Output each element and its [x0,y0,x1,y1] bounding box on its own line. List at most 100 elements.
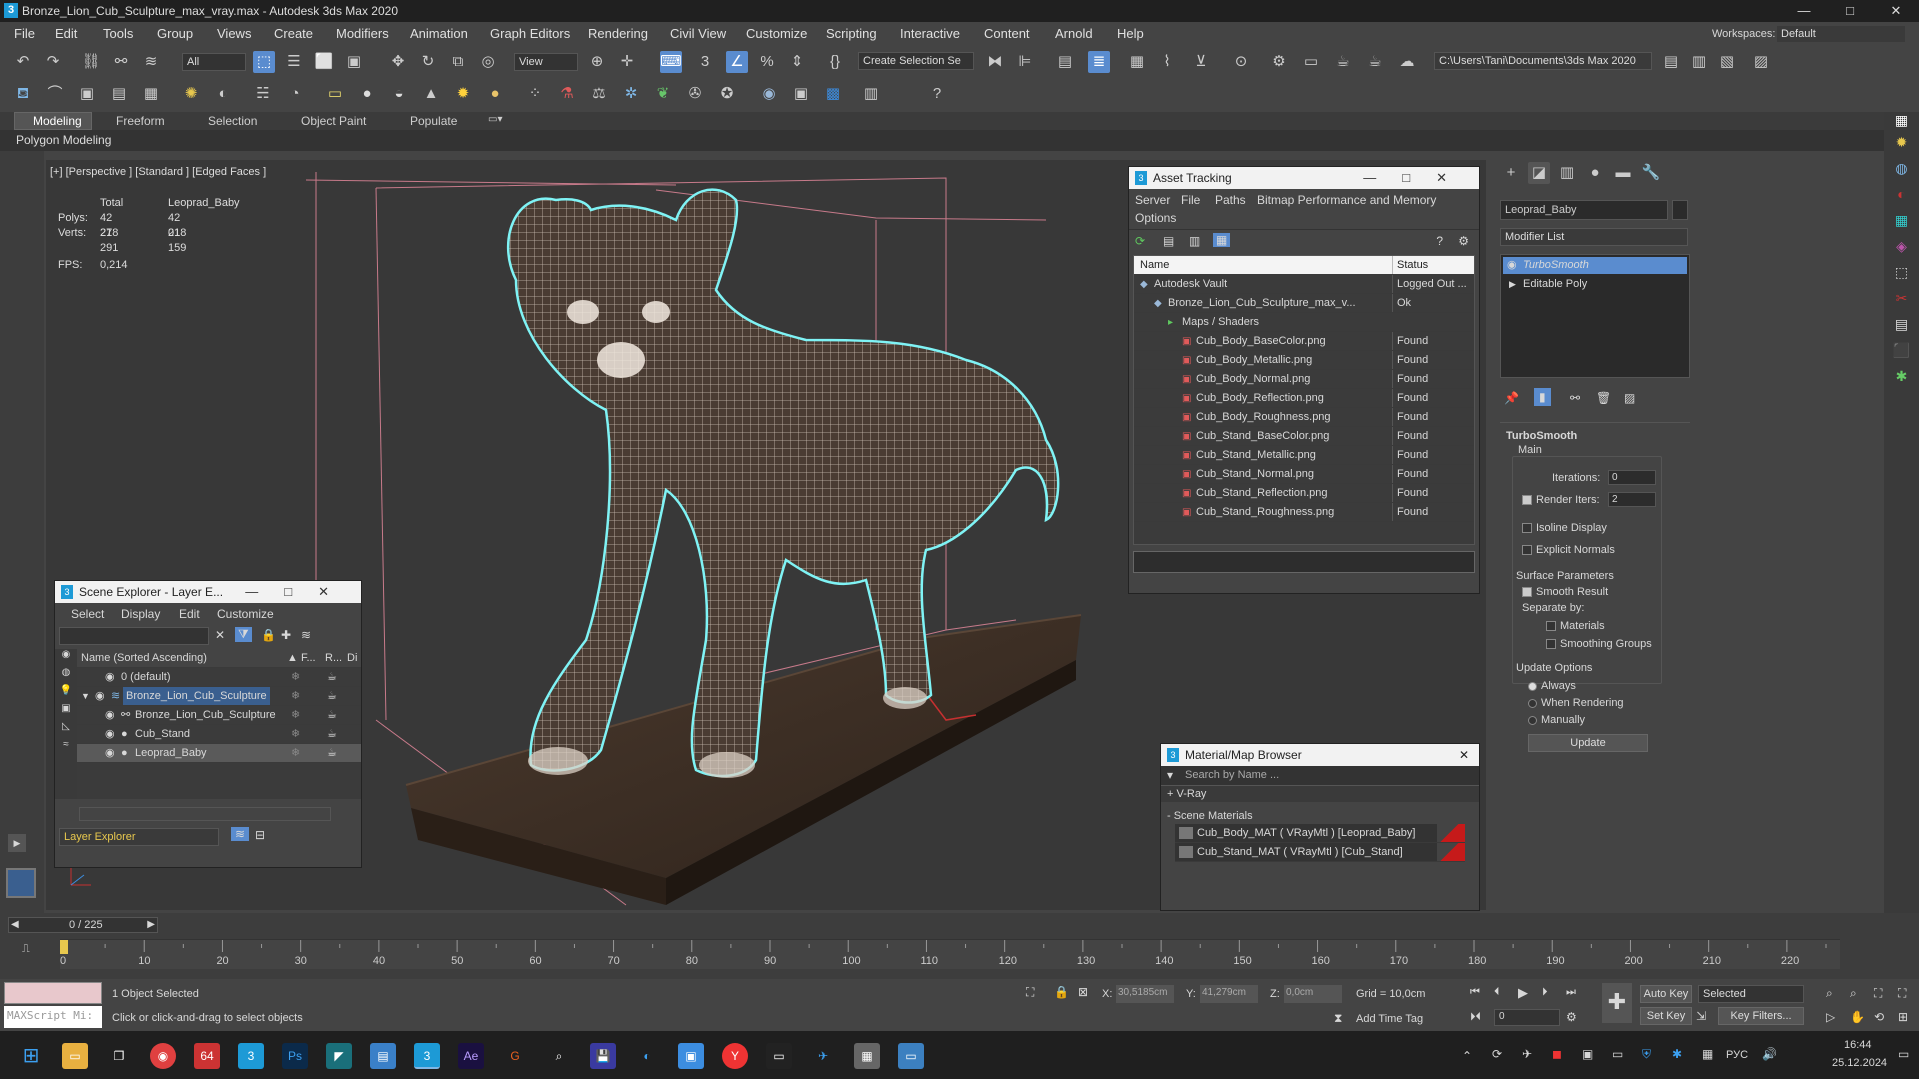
scene-explorer-maximize[interactable]: □ [284,584,318,599]
asset-tracking-close[interactable]: ✕ [1436,170,1473,185]
vray-mtl-icon[interactable]: ⚗ [556,83,578,105]
isolate-selection-icon[interactable]: ⛶ [1026,985,1034,1000]
create-tab-icon[interactable]: + [1500,162,1522,184]
chrome-icon[interactable]: ◉ [150,1043,176,1069]
rendered-frame-window-icon[interactable]: ▭ [1300,51,1322,73]
display-tab-icon[interactable]: ▬ [1612,162,1634,184]
prev-frame-icon[interactable]: ⏴ [1494,986,1500,999]
visibility-eye-icon[interactable]: ◉ [105,725,115,743]
se-menu-select[interactable]: Select [71,607,104,621]
key-selection-dropdown[interactable]: Selected [1698,985,1804,1003]
se-side-geometry-icon[interactable]: ◍ [55,667,77,685]
at-row[interactable]: ▣ Cub_Body_Metallic.png Found [1134,351,1474,370]
key-filters-button[interactable]: Key Filters... [1718,1007,1804,1025]
object-name-field[interactable]: Leoprad_Baby [1500,200,1668,220]
visibility-eye-icon[interactable]: ◉ [105,668,115,686]
se-layers-icon[interactable]: ≋ [301,628,311,642]
x-coordinate-field[interactable]: 30,5185cm [1116,985,1174,1003]
terminal-icon[interactable]: ▭ [766,1043,792,1069]
project-set-icon[interactable]: ▥ [1688,51,1710,73]
modify-tab-icon[interactable]: ◪ [1528,162,1550,184]
asset-tracking-titlebar[interactable]: 3 Asset Tracking —□✕ [1129,167,1479,189]
se-side-helper-icon[interactable]: ◺ [55,721,77,739]
menu-rendering[interactable]: Rendering [588,26,648,41]
when-rendering-radio[interactable] [1528,698,1537,708]
tray-sync-icon[interactable]: ⟳ [1492,1047,1502,1061]
yandex-icon[interactable]: Y [722,1043,748,1069]
menu-create[interactable]: Create [274,26,313,41]
tray-defender-icon[interactable]: ⛨ [1642,1047,1651,1062]
maximize-viewport-icon[interactable]: ⊞ [1898,1010,1908,1024]
explicit-checkbox[interactable] [1522,545,1532,556]
vray-plant-icon[interactable]: ❦ [652,83,674,105]
scene-explorer-minimize[interactable]: — [245,584,284,599]
teapot-icon[interactable]: ⛾ [12,83,34,105]
select-by-name-icon[interactable]: ☰ [283,51,305,73]
time-slider-right-icon[interactable]: ▶ [147,919,155,930]
tray-telegram-icon[interactable]: ✈ [1522,1047,1532,1061]
menu-customize[interactable]: Customize [746,26,807,41]
ribbon-tab-freeform[interactable]: Freeform [116,114,165,128]
zoom-extents-icon[interactable]: ⛶ [1874,986,1882,1001]
vray-sphere-fade-icon[interactable]: ◉ [758,83,780,105]
time-slider[interactable]: ◀ 0 / 225 ▶ [8,917,158,933]
when-rendering-row[interactable]: When Rendering [1528,697,1624,709]
se-side-light-icon[interactable]: 💡 [55,685,77,703]
photoshop-icon[interactable]: Ps [282,1043,308,1069]
at-row[interactable]: ▣ Cub_Stand_Reflection.png Found [1134,484,1474,503]
at-row[interactable]: ▣ Cub_Body_Normal.png Found [1134,370,1474,389]
menu-content[interactable]: Content [984,26,1030,41]
next-frame-icon[interactable]: ⏵ [1542,986,1548,999]
menu-graph-editors[interactable]: Graph Editors [490,26,570,41]
se-menu-display[interactable]: Display [121,607,160,621]
menu-interactive[interactable]: Interactive [900,26,960,41]
vray-sphere-icon[interactable]: ● [356,83,378,105]
ribbon-toggle-icon[interactable]: ▦ [1126,51,1148,73]
mb-scene-materials[interactable]: - Scene Materials [1161,802,1479,824]
se-lock-icon[interactable]: 🔒 [261,628,276,642]
se-row[interactable]: ◉ ▼ ≋ Bronze_Lion_Cub_Sculpture ❄ ☕ [77,687,361,706]
tray-red-icon[interactable]: ◼ [1552,1047,1562,1061]
modifier-list-dropdown[interactable]: Modifier List [1500,228,1688,246]
vray-scatter-icon[interactable]: ⁘ [524,83,546,105]
se-row[interactable]: ◉ 0 (default) ❄ ☕ [77,668,361,687]
stack-item-editable-poly[interactable]: ▶ Editable Poly [1503,276,1687,293]
vray-settings-icon[interactable]: ▥ [860,83,882,105]
link-icon[interactable]: ⛓ [80,51,102,73]
go-to-end-icon[interactable]: ⏭ [1566,986,1576,999]
vray-fur-icon[interactable]: ◒ [388,83,410,105]
at-row[interactable]: ◆ Autodesk Vault Logged Out ... [1134,275,1474,294]
mb-vray-group[interactable]: + V-Ray [1161,786,1479,802]
at-row[interactable]: ▣ Cub_Body_Reflection.png Found [1134,389,1474,408]
current-frame-field[interactable]: 0 [1494,1009,1560,1026]
se-row[interactable]: ◉ ⚯ Bronze_Lion_Cub_Sculpture ❄ ☕ [77,706,361,725]
z-coordinate-field[interactable]: 0,0cm [1284,985,1342,1003]
at-col-name[interactable]: Name [1140,256,1169,274]
scene-explorer-toggle-icon[interactable]: ▤ [1054,51,1076,73]
at-row[interactable]: ▸ Maps / Shaders [1134,313,1474,332]
vray-ies-icon[interactable]: ● [484,83,506,105]
renderable-icon[interactable]: ☕ [327,744,337,762]
menu-edit[interactable]: Edit [55,26,77,41]
se-col-name[interactable]: Name (Sorted Ascending) [81,649,207,667]
spinner-snap-icon[interactable]: ⇕ [786,51,808,73]
smooth-result-row[interactable]: Smooth Result [1522,586,1608,598]
edit-named-selection-icon[interactable]: {} [824,51,846,73]
tray-volume-icon[interactable]: 🔊 [1762,1047,1777,1061]
freeze-icon[interactable]: ❄ [291,744,300,762]
pin-stack-icon[interactable]: 📌 [1504,391,1519,405]
tray-network-icon[interactable]: ▣ [1582,1047,1593,1061]
create-selection-set-dropdown[interactable]: Create Selection Se [858,52,974,70]
curve-editor-icon[interactable]: ⌇ [1156,51,1178,73]
se-col-display[interactable]: Di [347,649,357,667]
menu-modifiers[interactable]: Modifiers [336,26,389,41]
at-menu-bitmap[interactable]: Bitmap Performance and Memory [1257,193,1436,207]
play-side-icon[interactable]: ▶ [8,834,26,852]
vray-env-icon[interactable]: ✲ [620,83,642,105]
se-clear-icon[interactable]: ✕ [215,628,225,642]
object-color-swatch[interactable] [1672,200,1688,220]
tray-display-icon[interactable]: ▭ [1612,1047,1623,1061]
se-search-input[interactable] [59,627,209,645]
at-col-status[interactable]: Status [1392,256,1428,274]
visibility-eye-icon[interactable]: ◉ [105,744,115,762]
